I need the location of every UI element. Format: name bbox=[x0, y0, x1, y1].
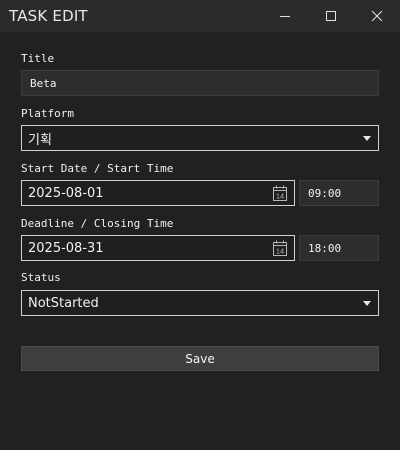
maximize-icon bbox=[326, 11, 336, 21]
status-label: Status bbox=[21, 271, 61, 284]
status-select-value: NotStarted bbox=[28, 295, 99, 311]
status-select[interactable]: NotStarted bbox=[21, 290, 379, 316]
start-date-picker[interactable]: 2025-08-01 14 bbox=[21, 180, 295, 206]
deadline-time-value: 18:00 bbox=[308, 241, 342, 255]
close-icon bbox=[371, 10, 383, 22]
start-date-value: 2025-08-01 bbox=[28, 185, 104, 201]
start-time-value: 09:00 bbox=[308, 186, 342, 200]
deadline-date-picker[interactable]: 2025-08-31 14 bbox=[21, 235, 295, 261]
save-button[interactable]: Save bbox=[21, 346, 379, 371]
calendar-icon-day: 14 bbox=[276, 192, 284, 201]
save-button-label: Save bbox=[185, 351, 215, 366]
calendar-icon-day: 14 bbox=[276, 247, 284, 256]
start-label: Start Date / Start Time bbox=[21, 162, 174, 175]
deadline-label: Deadline / Closing Time bbox=[21, 217, 174, 230]
chevron-down-icon bbox=[363, 135, 371, 141]
title-bar[interactable]: TASK EDIT bbox=[0, 0, 400, 32]
calendar-icon[interactable]: 14 bbox=[272, 184, 288, 202]
minimize-button[interactable] bbox=[262, 0, 308, 32]
deadline-date-value: 2025-08-31 bbox=[28, 240, 104, 256]
calendar-icon[interactable]: 14 bbox=[272, 239, 288, 257]
platform-select[interactable]: 기획 bbox=[21, 125, 379, 151]
deadline-time-input[interactable]: 18:00 bbox=[299, 235, 379, 261]
minimize-icon bbox=[280, 16, 290, 17]
title-label: Title bbox=[21, 52, 55, 65]
title-input-value: Beta bbox=[30, 76, 57, 90]
close-button[interactable] bbox=[354, 0, 400, 32]
title-input[interactable]: Beta bbox=[21, 70, 379, 96]
platform-select-value: 기획 bbox=[28, 132, 52, 148]
chevron-down-icon bbox=[363, 300, 371, 306]
platform-label: Platform bbox=[21, 107, 74, 120]
maximize-button[interactable] bbox=[308, 0, 354, 32]
start-time-input[interactable]: 09:00 bbox=[299, 180, 379, 206]
window-title: TASK EDIT bbox=[9, 7, 88, 25]
